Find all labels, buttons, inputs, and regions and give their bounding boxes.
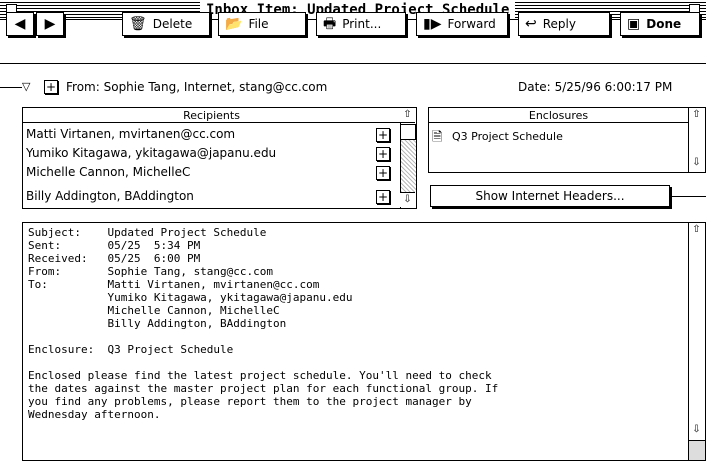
forward-button[interactable]: ▮▶ Forward [416,12,508,36]
expand-triangle-icon[interactable]: ▽ [22,80,30,93]
expand-from-button[interactable]: + [44,80,58,94]
previous-button[interactable]: ◀ [6,12,34,36]
message-line: Wednesday afternoon. [28,408,161,421]
recipient-expand-button[interactable]: + [376,147,390,161]
recipient-expand-button[interactable]: + [376,190,390,204]
callout-line [672,196,706,197]
arrow-left-icon: ◀ [14,16,26,32]
reply-button[interactable]: ↩ Reply [518,12,610,36]
recipient-expand-button[interactable]: + [376,166,390,180]
message-body: Subject: Updated Project Schedule Sent: … [28,226,683,421]
message-line: the dates against the master project pla… [28,382,499,395]
file-button[interactable]: 📂 File [218,12,306,36]
recipients-scroll-thumb[interactable] [400,124,416,140]
scroll-down-icon[interactable]: ⇩ [689,423,704,438]
delete-button[interactable]: 🗑 Delete [122,12,210,36]
message-line: Enclosure: Q3 Project Schedule [28,343,234,356]
print-button[interactable]: 🖶 Print... [316,12,406,36]
enclosure-item[interactable]: Q3 Project Schedule [452,130,563,143]
document-icon: 🗎 [432,130,443,145]
message-line: Billy Addington, BAddington [28,317,287,330]
message-line: To: Matti Virtanen, mvirtanen@cc.com [28,278,320,291]
forward-icon: ▮▶ [423,16,442,32]
message-line [28,330,683,343]
message-line [28,356,683,369]
next-button[interactable]: ▶ [36,12,64,36]
from-line: From: Sophie Tang, Internet, stang@cc.co… [66,80,328,94]
folder-icon: 📂 [225,16,243,32]
reply-icon: ↩ [525,16,537,32]
done-button[interactable]: ▣ Done [620,12,700,36]
scroll-up-icon[interactable]: ⇧ [689,223,704,238]
message-line: Enclosed please find the latest project … [28,369,492,382]
resize-handle[interactable] [689,440,705,460]
message-line: Received: 05/25 6:00 PM [28,252,201,265]
show-internet-headers-button[interactable]: Show Internet Headers... [430,185,670,207]
scroll-up-icon[interactable]: ⇧ [400,108,415,123]
callout-line [0,87,22,88]
scroll-down-icon[interactable]: ⇩ [689,156,704,171]
scroll-up-icon[interactable]: ⇧ [689,108,704,123]
scroll-down-icon[interactable]: ⇩ [400,192,415,207]
message-line: Michelle Cannon, MichelleC [28,304,280,317]
message-line: Sent: 05/25 5:34 PM [28,239,201,252]
recipient-item[interactable]: Yumiko Kitagawa, ykitagawa@japanu.edu [26,144,276,163]
recipient-item[interactable]: Matti Virtanen, mvirtanen@cc.com [26,125,235,144]
recipient-item[interactable]: Michelle Cannon, MichelleC [26,163,190,182]
printer-icon: 🖶 [323,16,337,32]
date-line: Date: 5/25/96 6:00:17 PM [518,80,673,94]
recipient-expand-button[interactable]: + [376,128,390,142]
arrow-right-icon: ▶ [44,16,56,32]
recipients-header: Recipients [23,108,400,123]
message-line: you find any problems, please report the… [28,395,472,408]
recipient-item[interactable]: Billy Addington, BAddington [26,187,194,206]
trash-icon: 🗑 [129,16,147,32]
enclosures-header: Enclosures [429,108,688,123]
message-line: Yumiko Kitagawa, ykitagawa@japanu.edu [28,291,353,304]
message-line: Subject: Updated Project Schedule [28,226,267,239]
message-line: From: Sophie Tang, stang@cc.com [28,265,274,278]
done-icon: ▣ [627,16,641,32]
